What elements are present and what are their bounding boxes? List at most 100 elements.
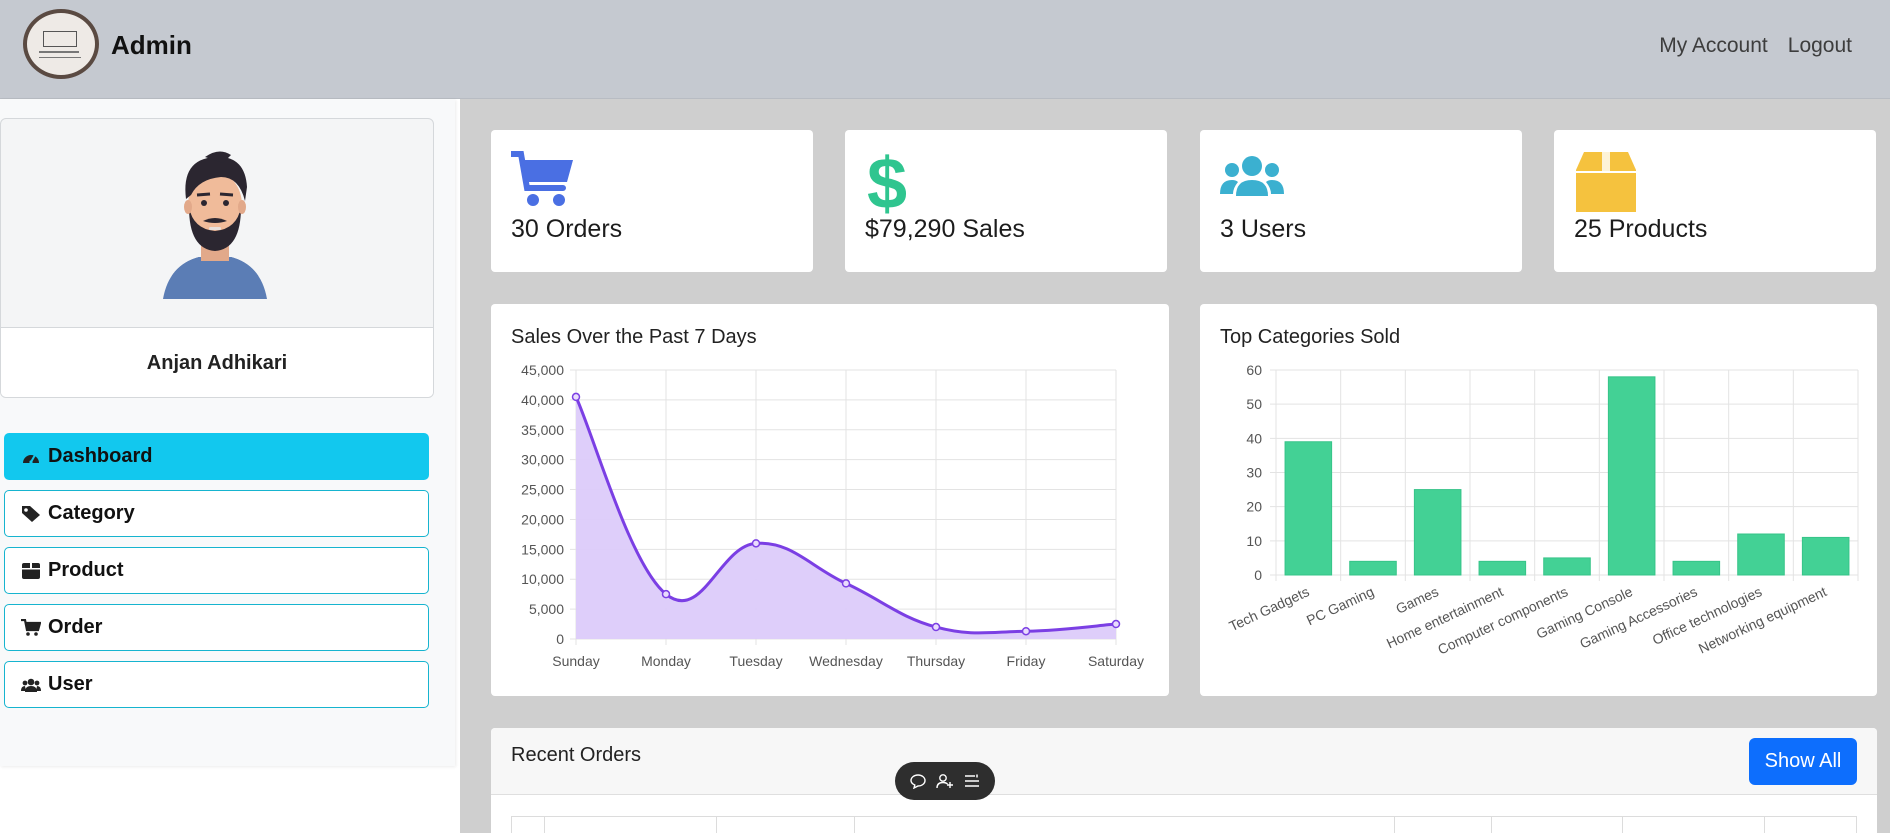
top-navbar: Admin My Account Logout — [0, 0, 1890, 99]
bar — [1801, 536, 1850, 576]
x-tick-label: Sunday — [552, 653, 599, 669]
table-column-divider — [1622, 817, 1623, 833]
box-icon — [20, 561, 42, 581]
y-tick-label: 40 — [1246, 430, 1262, 446]
sidebar-item-label: User — [48, 673, 93, 695]
table-column-divider — [1764, 817, 1765, 833]
dollar-icon: $ — [865, 144, 929, 224]
sales-chart-panel: Sales Over the Past 7 Days 0 5,000 10,000 1… — [491, 304, 1169, 696]
x-tick-label: Games — [1393, 583, 1441, 617]
my-account-link[interactable]: My Account — [1659, 34, 1768, 58]
data-point — [841, 579, 851, 588]
stat-card-sales[interactable]: $ $79,290 Sales — [845, 130, 1167, 272]
table-column-divider — [1491, 817, 1492, 833]
y-tick-label: 10,000 — [521, 571, 564, 587]
sidebar-item-label: Order — [48, 616, 103, 638]
sidebar: Anjan Adhikari Dashboard Category Produc… — [0, 99, 460, 833]
table-column-divider — [544, 817, 545, 833]
x-tick-label: Saturday — [1088, 653, 1144, 669]
profile-card: Anjan Adhikari — [0, 118, 434, 398]
data-point — [1021, 626, 1031, 636]
orders-count: 30 Orders — [511, 215, 623, 243]
table-column-divider — [854, 817, 855, 833]
y-tick-label: 15,000 — [521, 541, 564, 557]
sidebar-item-category[interactable]: Category — [4, 490, 429, 537]
recent-orders-header: Recent Orders Show All — [491, 728, 1877, 795]
tag-icon — [20, 504, 42, 524]
categories-chart-panel: Top Categories Sold 0 10 20 30 40 50 60 Tech Ga… — [1200, 304, 1877, 696]
sidebar-menu: Dashboard Category Product Order User — [4, 433, 429, 718]
data-point — [661, 589, 671, 599]
table-column-divider — [716, 817, 717, 833]
list-icon[interactable] — [962, 771, 982, 791]
data-point — [1111, 619, 1121, 629]
y-tick-label: 40,000 — [521, 392, 564, 408]
bar — [1284, 441, 1333, 576]
y-tick-label: 25,000 — [521, 482, 564, 498]
data-point — [571, 392, 581, 402]
stat-card-orders[interactable]: 30 Orders — [491, 130, 813, 272]
sales-total: $79,290 Sales — [865, 215, 1025, 243]
sales-line-chart: 0 5,000 10,000 15,000 20,000 25,000 30,000 35,0… — [521, 362, 1144, 669]
top-nav-links: My Account Logout — [1659, 34, 1852, 58]
brand-title[interactable]: Admin — [111, 30, 192, 61]
cart-icon — [20, 618, 42, 638]
recent-orders-panel: Recent Orders Show All — [491, 728, 1877, 833]
box-icon — [1574, 150, 1638, 212]
comment-icon[interactable] — [908, 771, 928, 791]
site-logo[interactable] — [23, 9, 99, 79]
sidebar-item-order[interactable]: Order — [4, 604, 429, 651]
logo-text-line — [39, 57, 81, 58]
bar — [1413, 489, 1462, 576]
users-icon — [1220, 150, 1284, 210]
y-tick-label: 45,000 — [521, 362, 564, 378]
x-tick-label: Friday — [1007, 653, 1046, 669]
sidebar-item-user[interactable]: User — [4, 661, 429, 708]
sidebar-item-label: Category — [48, 502, 135, 524]
data-point — [931, 622, 941, 632]
svg-text:$: $ — [867, 150, 907, 216]
sidebar-panel: Anjan Adhikari Dashboard Category Produc… — [0, 99, 455, 766]
y-tick-label: 20 — [1246, 499, 1262, 515]
y-tick-label: 30 — [1246, 465, 1262, 481]
cart-icon — [508, 150, 575, 210]
bar — [1349, 560, 1397, 576]
sidebar-item-product[interactable]: Product — [4, 547, 429, 594]
stat-card-products[interactable]: 25 Products — [1554, 130, 1876, 272]
y-tick-label: 10 — [1246, 533, 1262, 549]
y-tick-label: 50 — [1246, 396, 1262, 412]
x-tick-label: Monday — [641, 653, 691, 669]
users-icon — [20, 675, 42, 695]
profile-avatar-area — [1, 119, 433, 327]
products-count: 25 Products — [1574, 215, 1708, 243]
sidebar-item-label: Dashboard — [48, 445, 153, 467]
y-tick-label: 30,000 — [521, 452, 564, 468]
bar — [1478, 560, 1527, 576]
data-point — [751, 539, 761, 548]
x-tick-label: Thursday — [907, 653, 965, 669]
profile-name: Anjan Adhikari — [1, 327, 433, 397]
orders-table — [511, 816, 1857, 833]
floating-toolbar — [895, 762, 995, 800]
y-tick-label: 35,000 — [521, 422, 564, 438]
logout-link[interactable]: Logout — [1788, 34, 1852, 58]
y-tick-label: 5,000 — [529, 601, 564, 617]
stat-card-users[interactable]: 3 Users — [1200, 130, 1522, 272]
show-all-button[interactable]: Show All — [1749, 738, 1857, 785]
table-column-divider — [1394, 817, 1395, 833]
add-user-icon[interactable] — [935, 771, 955, 791]
y-tick-label: 0 — [556, 631, 564, 647]
bar — [1737, 533, 1785, 576]
sidebar-item-label: Product — [48, 559, 124, 581]
sidebar-item-dashboard[interactable]: Dashboard — [4, 433, 429, 480]
gauge-icon — [20, 447, 42, 467]
logo-graphic — [43, 31, 77, 47]
x-tick-label: Wednesday — [809, 653, 883, 669]
x-tick-label: Tech Gadgets — [1227, 583, 1312, 634]
x-tick-label: Gaming Accessories — [1577, 583, 1699, 651]
categories-bar-chart: 0102030405060Tech GadgetsPC Gaming GamesH… — [1227, 362, 1859, 658]
y-tick-label: 20,000 — [521, 511, 564, 527]
users-count: 3 Users — [1220, 215, 1307, 243]
recent-orders-title: Recent Orders — [511, 744, 642, 766]
bar — [1672, 560, 1721, 576]
